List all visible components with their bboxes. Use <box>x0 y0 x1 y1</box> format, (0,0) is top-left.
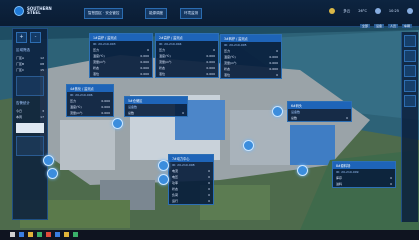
info-card[interactable]: 1#高炉 / 监测点 ID: 20-210-003 压力 0 温度(℃) 0.000… <box>89 33 153 78</box>
alarm-icon[interactable] <box>404 65 416 77</box>
info-card[interactable]: 5#仓储区 设备数 总数 0 <box>124 96 188 117</box>
app-icon[interactable] <box>55 232 60 237</box>
location-pin-icon[interactable] <box>47 168 58 179</box>
region-filter-title: 区域筛选 <box>16 48 30 52</box>
right-toolbar <box>401 32 418 222</box>
info-card[interactable]: 3#转炉 / 监测点 ID: 20-210-005 压力 0 温度(℃) 0.000… <box>220 34 282 79</box>
settings-icon[interactable] <box>404 80 416 92</box>
filter-people-button[interactable]: 人员 <box>388 24 399 28</box>
legend-box <box>16 136 44 156</box>
company-logo: SOUTHERN STEEL <box>14 6 52 16</box>
tab-safety[interactable]: 智慧园区 · 安全管控 <box>84 8 124 19</box>
info-card-title: 3#转炉 / 监测点 <box>221 35 281 42</box>
folder-icon[interactable] <box>28 232 33 237</box>
temperature-text: 26°C <box>358 9 367 13</box>
app-icon[interactable] <box>37 232 42 237</box>
location-pin-icon[interactable] <box>272 106 283 117</box>
header-status: 多云 26°C 10:25 <box>329 8 413 14</box>
info-card-title: 6#码头 <box>288 102 351 109</box>
info-card-row: 液位 0.000 <box>93 72 149 76</box>
tab-energy[interactable]: 能源调度 <box>145 8 167 19</box>
layer-filter-bar: 全部 设备 人员 车辆 <box>360 24 413 28</box>
location-pin-icon[interactable] <box>112 118 123 129</box>
zoom-in-button[interactable]: + <box>16 32 27 43</box>
app-icon[interactable] <box>46 232 51 237</box>
info-card[interactable]: 2#高炉 / 监测点 ID: 20-210-004 压力 0 温度(℃) 0.000… <box>155 33 219 78</box>
info-card-title: 8#原料场 <box>333 162 395 169</box>
user-avatar-icon[interactable] <box>407 8 413 14</box>
info-card-title: 5#仓储区 <box>125 97 187 104</box>
alarm-row[interactable]: 本周 17 <box>13 114 47 120</box>
info-card-title: 1#高炉 / 监测点 <box>90 34 152 41</box>
search-input[interactable] <box>16 123 44 133</box>
info-card-title: 4#焦化 / 监测点 <box>67 85 113 92</box>
fullscreen-icon[interactable] <box>404 95 416 107</box>
left-sidebar: + - 区域筛选 厂区A 12 厂区B 08 厂区C 15 告警统计 今日 3 本周 17 <box>12 28 48 220</box>
info-card-title: 2#高炉 / 监测点 <box>156 34 218 41</box>
info-card[interactable]: 8#原料场 ID: 20-210-009 库存 0 进料 0 <box>332 161 396 188</box>
info-card[interactable]: 4#焦化 / 监测点 ID: 20-210-006 压力 0.000 温度(℃) 0… <box>66 84 114 117</box>
location-pin-icon[interactable] <box>297 165 308 176</box>
zoom-out-button[interactable]: - <box>30 32 41 43</box>
notification-icon[interactable] <box>374 8 381 14</box>
weather-sun-icon <box>329 8 336 14</box>
info-card-row: 液位 0.000 <box>159 72 215 76</box>
top-navigation-bar: SOUTHERN STEEL 智慧园区 · 安全管控 能源调度 环境监测 多云 … <box>0 0 419 27</box>
filter-vehicle-button[interactable]: 车辆 <box>402 24 413 28</box>
info-card-row: 总数 0 <box>291 116 348 120</box>
app-icon[interactable] <box>73 232 78 237</box>
info-card-row: 运行 0 <box>172 199 210 203</box>
filter-all-button[interactable]: 全部 <box>360 24 371 28</box>
info-card-row: 液位 0 <box>224 73 278 77</box>
info-card-row: 流量(m³) 0.000 <box>70 111 110 115</box>
start-icon[interactable] <box>10 232 15 237</box>
region-row[interactable]: 厂区C 15 <box>13 67 47 73</box>
info-card-title: 7#动力中心 <box>169 155 213 162</box>
info-card-row: 进料 0 <box>336 182 392 186</box>
layers-icon[interactable] <box>404 35 416 47</box>
browser-icon[interactable] <box>19 232 24 237</box>
location-pin-icon[interactable] <box>43 155 54 166</box>
app-icon[interactable] <box>64 232 69 237</box>
location-pin-icon[interactable] <box>243 140 254 151</box>
info-card[interactable]: 6#码头 设备数 总数 0 <box>287 101 352 122</box>
logo-text: SOUTHERN STEEL <box>27 6 52 15</box>
info-card[interactable]: 7#动力中心 ID: 20-210-008 电流 0 电压 0 功率 0 状态 0 负荷… <box>168 154 214 205</box>
tab-environment[interactable]: 环境监测 <box>180 8 202 19</box>
weather-text: 多云 <box>343 8 351 13</box>
clock-text: 10:25 <box>388 9 399 13</box>
filter-device-button[interactable]: 设备 <box>374 24 385 28</box>
location-pin-icon[interactable] <box>158 174 169 185</box>
location-pin-icon[interactable] <box>158 160 169 171</box>
camera-icon[interactable] <box>404 50 416 62</box>
os-taskbar <box>0 230 419 240</box>
logo-mark-icon <box>14 6 24 16</box>
alarm-stats-title: 告警统计 <box>16 101 30 105</box>
region-summary-box <box>16 76 44 96</box>
info-card-row: 总数 0 <box>128 111 184 115</box>
dashboard-window: SOUTHERN STEEL 智慧园区 · 安全管控 能源调度 环境监测 多云 … <box>0 0 419 240</box>
